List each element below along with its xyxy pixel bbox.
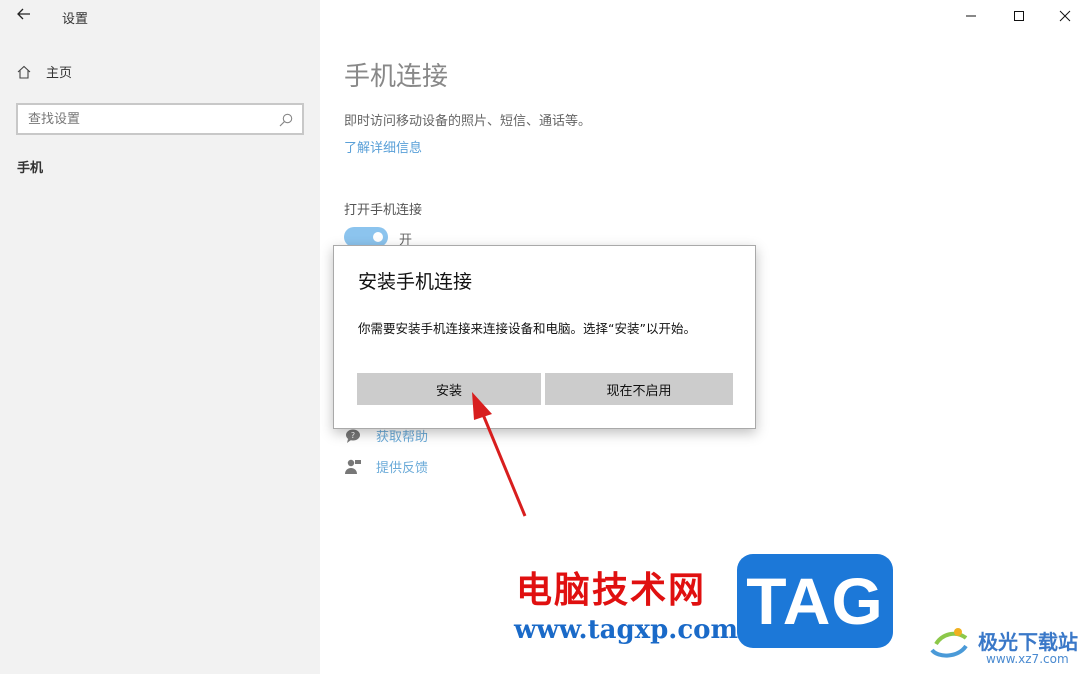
watermark-url: www.tagxp.com bbox=[514, 615, 739, 645]
site-logo-text: 极光下载站 bbox=[978, 629, 1078, 654]
swirl-logo-icon bbox=[930, 628, 968, 658]
tag-badge: TAG bbox=[737, 554, 893, 648]
watermark-site-name: 电脑技术网 bbox=[516, 570, 707, 611]
site-logo-url: www.xz7.com bbox=[986, 652, 1069, 666]
